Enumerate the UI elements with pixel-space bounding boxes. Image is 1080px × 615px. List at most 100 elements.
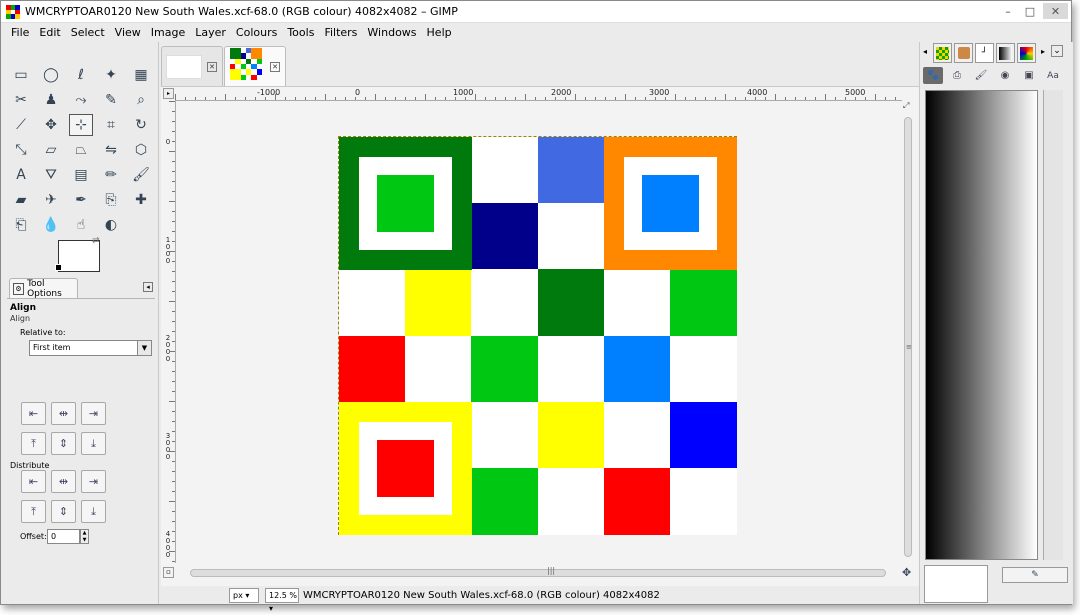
cage-tool-icon[interactable]: ⬡ xyxy=(129,139,153,161)
blend-tool-icon[interactable]: ▤ xyxy=(69,164,93,186)
eraser-tool-icon[interactable]: ▰ xyxy=(9,189,33,211)
horizontal-ruler[interactable]: -1000 0 1000 2000 3000 4000 5000 xyxy=(175,88,902,101)
chevron-down-icon[interactable]: ▼ xyxy=(137,341,151,355)
clone-tool-icon[interactable]: ⎘ xyxy=(99,189,123,211)
horizontal-scrollbar[interactable]: ||| xyxy=(176,566,902,579)
dock-scrollbar[interactable] xyxy=(1043,90,1063,560)
menu-file[interactable]: File xyxy=(6,23,34,42)
minimize-button[interactable]: – xyxy=(997,3,1019,19)
image-canvas[interactable] xyxy=(338,136,737,535)
align-center-horizontal-button[interactable]: ⇹ xyxy=(51,402,76,425)
menu-windows[interactable]: Windows xyxy=(362,23,421,42)
smudge-tool-icon[interactable]: ☝ xyxy=(69,214,93,236)
tab-channels[interactable]: ⎙ xyxy=(947,67,967,84)
measure-tool-icon[interactable]: ⟋ xyxy=(9,114,33,136)
perspective-clone-tool-icon[interactable]: ⎗ xyxy=(9,214,33,236)
pencil-tool-icon[interactable]: ✏ xyxy=(99,164,123,186)
text-tool-icon[interactable]: A xyxy=(9,164,33,186)
foreground-select-tool-icon[interactable]: ♟ xyxy=(39,89,63,111)
paths-tool-icon[interactable]: ⤳ xyxy=(69,89,93,111)
offset-spinner[interactable]: ▲ ▼ xyxy=(80,529,89,544)
unit-select[interactable]: px ▾ xyxy=(229,587,259,603)
flip-tool-icon[interactable]: ⇋ xyxy=(99,139,123,161)
blur-tool-icon[interactable]: 💧 xyxy=(39,214,63,236)
zoom-select[interactable]: 12.5 % ▾ xyxy=(265,587,299,613)
maximize-button[interactable]: □ xyxy=(1019,3,1041,19)
image-tab-current[interactable]: ✕ xyxy=(224,46,286,87)
swap-colors-icon[interactable]: ⇄ xyxy=(92,236,100,246)
crop-tool-icon[interactable]: ⌗ xyxy=(99,114,123,136)
tab-palettes[interactable] xyxy=(1017,43,1036,63)
tab-tool-options[interactable]: ⚙ Tool Options xyxy=(9,278,78,299)
tab-layers[interactable]: 🐾 xyxy=(923,67,943,84)
free-select-tool-icon[interactable]: ℓ xyxy=(69,64,93,86)
tab-colors[interactable]: ◉ xyxy=(995,67,1015,84)
menu-colours[interactable]: Colours xyxy=(231,23,282,42)
distribute-bottom-edges-button[interactable]: ⤓ xyxy=(81,500,106,523)
menu-view[interactable]: View xyxy=(110,23,146,42)
menu-filters[interactable]: Filters xyxy=(319,23,362,42)
vertical-scrollbar[interactable]: ⤢ ≡ xyxy=(902,101,914,563)
align-tool-icon[interactable]: ⊹ xyxy=(69,114,93,136)
scale-tool-icon[interactable]: ⤡ xyxy=(9,139,33,161)
tab-gradients[interactable] xyxy=(996,43,1015,63)
ink-tool-icon[interactable]: ✒ xyxy=(69,189,93,211)
tab-brushes[interactable] xyxy=(954,43,973,63)
move-tool-icon[interactable]: ✥ xyxy=(39,114,63,136)
fg-bg-color-selector[interactable]: ⇄ xyxy=(55,236,104,276)
shear-tool-icon[interactable]: ▱ xyxy=(39,139,63,161)
menu-edit[interactable]: Edit xyxy=(34,23,65,42)
tab-paths[interactable]: ┘ xyxy=(975,43,994,63)
image-tab-blank[interactable]: ✕ xyxy=(161,46,223,86)
select-by-color-tool-icon[interactable]: ▦ xyxy=(129,64,153,86)
heal-tool-icon[interactable]: ✚ xyxy=(129,189,153,211)
align-right-edge-button[interactable]: ⇥ xyxy=(81,402,106,425)
dodge-burn-tool-icon[interactable]: ◐ xyxy=(99,214,123,236)
bucket-fill-tool-icon[interactable]: ⛛ xyxy=(39,164,63,186)
menu-tools[interactable]: Tools xyxy=(282,23,319,42)
align-left-edge-button[interactable]: ⇤ xyxy=(21,402,46,425)
panel-menu-icon[interactable]: ◂ xyxy=(143,282,153,292)
distribute-left-edges-button[interactable]: ⇤ xyxy=(21,470,46,493)
ruler-origin-icon[interactable]: ▸ xyxy=(163,88,174,99)
tab-patterns[interactable] xyxy=(933,43,952,63)
offset-input[interactable]: 0 xyxy=(47,529,80,544)
vertical-scroll-track[interactable]: ≡ xyxy=(904,117,912,557)
close-button[interactable]: ✕ xyxy=(1043,3,1068,19)
zoom-tool-icon[interactable]: ⌕ xyxy=(129,89,153,111)
horizontal-scroll-track[interactable]: ||| xyxy=(190,566,886,577)
close-icon[interactable]: ✕ xyxy=(270,62,280,72)
align-top-edge-button[interactable]: ⤒ xyxy=(21,432,46,455)
dock-config-icon[interactable]: ⌄ xyxy=(1051,45,1063,57)
rect-select-tool-icon[interactable]: ▭ xyxy=(9,64,33,86)
ellipse-select-tool-icon[interactable]: ◯ xyxy=(39,64,63,86)
scissors-select-tool-icon[interactable]: ✂ xyxy=(9,89,33,111)
vertical-ruler[interactable]: 0 1000 2000 3000 4000 xyxy=(163,101,176,563)
menu-select[interactable]: Select xyxy=(66,23,110,42)
distribute-top-edges-button[interactable]: ⤒ xyxy=(21,500,46,523)
color-picker-tool-icon[interactable]: ✎ xyxy=(99,89,123,111)
paintbrush-tool-icon[interactable]: 🖌 xyxy=(129,164,153,186)
relative-to-select[interactable]: First item ▼ xyxy=(29,340,152,356)
tab-paint[interactable]: 🖌 xyxy=(971,67,991,84)
rotate-tool-icon[interactable]: ↻ xyxy=(129,114,153,136)
gradient-preview[interactable] xyxy=(925,90,1038,560)
default-colors-icon[interactable] xyxy=(55,264,62,271)
menu-image[interactable]: Image xyxy=(146,23,190,42)
dock-menu-icon[interactable]: ▸ xyxy=(1041,47,1045,56)
menu-help[interactable]: Help xyxy=(422,23,457,42)
zoom-to-fit-icon[interactable]: ⤢ xyxy=(903,101,909,111)
canvas-area[interactable] xyxy=(176,101,902,563)
align-middle-vertical-button[interactable]: ⇕ xyxy=(51,432,76,455)
tab-swatches[interactable]: ▣ xyxy=(1019,67,1039,84)
navigate-icon[interactable]: ✥ xyxy=(902,567,914,579)
distribute-right-edges-button[interactable]: ⇥ xyxy=(81,470,106,493)
perspective-tool-icon[interactable]: ⏢ xyxy=(69,139,93,161)
distribute-centers-vertical-button[interactable]: ⇕ xyxy=(51,500,76,523)
dock-scroll-left-icon[interactable]: ◂ xyxy=(923,47,927,56)
tab-fonts[interactable]: Aa xyxy=(1043,67,1063,84)
airbrush-tool-icon[interactable]: ✈ xyxy=(39,189,63,211)
fuzzy-select-tool-icon[interactable]: ✦ xyxy=(99,64,123,86)
dock-edit-button[interactable]: ✎ xyxy=(1002,567,1068,583)
quick-mask-icon[interactable]: ▫ xyxy=(163,567,174,578)
